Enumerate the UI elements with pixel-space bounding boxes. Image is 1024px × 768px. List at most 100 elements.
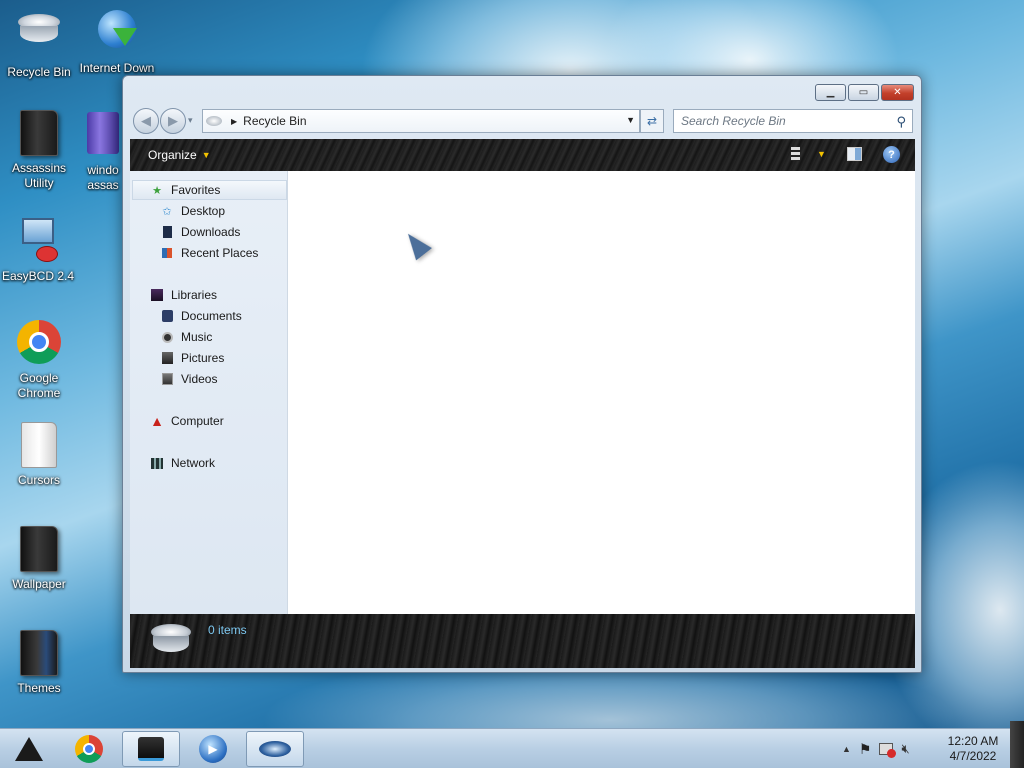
- nav-downloads[interactable]: Downloads: [160, 222, 240, 242]
- nav-libraries[interactable]: Libraries: [150, 285, 217, 305]
- taskbar-chrome[interactable]: [60, 731, 118, 767]
- maximize-button[interactable]: ▭: [848, 84, 879, 101]
- maximize-icon: ▭: [858, 87, 869, 98]
- chevron-down-icon: ▼: [201, 150, 211, 160]
- forward-button[interactable]: ▶: [160, 108, 186, 134]
- chrome-icon: [15, 320, 63, 368]
- explorer-icon: [138, 737, 164, 761]
- command-toolbar: Organize ▼ ▼ ?: [130, 139, 915, 171]
- show-desktop-button[interactable]: [1010, 721, 1024, 768]
- nav-computer[interactable]: ▲ Computer: [150, 411, 224, 431]
- nav-downloads-label: Downloads: [181, 225, 241, 239]
- view-options-button[interactable]: ▼: [791, 147, 826, 161]
- desktop-icon-themes[interactable]: Themes: [1, 630, 77, 696]
- desktop-icon-google-chrome[interactable]: Google Chrome: [1, 318, 77, 401]
- close-icon: ✕: [893, 87, 902, 98]
- recent-pages-dropdown[interactable]: ▾: [188, 115, 193, 126]
- nav-videos-label: Videos: [181, 372, 218, 386]
- clock[interactable]: 12:20 AM 4/7/2022: [940, 734, 1006, 764]
- search-input[interactable]: Search Recycle Bin: [681, 114, 786, 128]
- nav-music[interactable]: Music: [160, 327, 212, 347]
- close-button[interactable]: ✕: [881, 84, 914, 101]
- documents-icon: [160, 309, 174, 323]
- search-box[interactable]: Search Recycle Bin ⚲: [673, 109, 913, 133]
- nav-favorites-label: Favorites: [171, 183, 221, 197]
- recent-places-icon: [160, 246, 174, 260]
- navigation-pane: ★ Favorites ✩ Desktop Downloads Recent P…: [130, 171, 288, 614]
- music-icon: [160, 330, 174, 344]
- folder-icon: [15, 110, 63, 158]
- system-tray: ▲ ⚑ 🔇︎: [842, 729, 910, 768]
- desktop-icon-cursors[interactable]: Cursors: [1, 422, 77, 488]
- nav-documents[interactable]: Documents: [160, 306, 242, 326]
- refresh-button[interactable]: ⇄: [640, 109, 664, 133]
- pictures-icon: [160, 351, 174, 365]
- desktop-icon-easybcd[interactable]: EasyBCD 2.4: [0, 214, 76, 284]
- explorer-body: ★ Favorites ✩ Desktop Downloads Recent P…: [130, 171, 915, 614]
- address-bar[interactable]: ▶ Recycle Bin ▼: [202, 109, 640, 133]
- chevron-down-icon: ▼: [626, 115, 635, 125]
- navigation-bar: ◀ ▶ ▾ ▶ Recycle Bin ▼ ⇄ Search Recycle B…: [131, 107, 913, 135]
- recycle-bin-icon: [259, 741, 291, 757]
- desktop-icon-recycle-bin[interactable]: Recycle Bin: [1, 6, 77, 80]
- taskbar-explorer[interactable]: [122, 731, 180, 767]
- nav-recent-places[interactable]: Recent Places: [160, 243, 258, 263]
- recycle-bin-window: ▁ ▭ ✕ ◀ ▶ ▾ ▶ Recycle Bin ▼ ⇄ Search Rec…: [122, 75, 922, 673]
- star-icon: ★: [152, 184, 162, 197]
- nav-network[interactable]: Network: [150, 453, 215, 473]
- refresh-icon: ⇄: [646, 114, 658, 128]
- item-count: 0 items: [208, 623, 247, 637]
- search-icon[interactable]: ⚲: [896, 114, 906, 130]
- clock-time: 12:20 AM: [947, 734, 999, 748]
- recycle-bin-icon: [15, 14, 63, 62]
- back-button[interactable]: ◀: [133, 108, 159, 134]
- address-dropdown-button[interactable]: ▼: [626, 115, 635, 125]
- nav-recent-places-label: Recent Places: [181, 246, 259, 260]
- libraries-icon: [150, 288, 164, 302]
- minimize-icon: ▁: [826, 87, 835, 98]
- downloads-icon: [160, 225, 174, 239]
- nav-favorites[interactable]: ★ Favorites: [150, 180, 220, 200]
- breadcrumb-location[interactable]: Recycle Bin: [243, 114, 306, 128]
- internet-download-manager-icon: [93, 10, 141, 58]
- start-button[interactable]: [0, 731, 58, 767]
- breadcrumb-separator-icon[interactable]: ▶: [231, 117, 237, 126]
- forward-arrow-icon: ▶: [168, 113, 178, 128]
- nav-videos[interactable]: Videos: [160, 369, 217, 389]
- preview-pane-button[interactable]: [847, 147, 862, 164]
- show-hidden-icons-button[interactable]: ▲: [842, 744, 851, 754]
- desktop-icon-windows-assassins[interactable]: windo assas: [78, 110, 128, 193]
- nav-pictures-label: Pictures: [181, 351, 225, 365]
- organize-button[interactable]: Organize ▼: [148, 148, 211, 162]
- nav-documents-label: Documents: [181, 309, 242, 323]
- action-center-flag-icon[interactable]: ⚑: [859, 741, 872, 758]
- folder-icon: [15, 526, 63, 574]
- videos-icon: [160, 372, 174, 386]
- help-button[interactable]: ?: [883, 146, 900, 163]
- recycle-bin-large-icon: [148, 622, 194, 660]
- taskbar-recycle-bin[interactable]: [246, 731, 304, 767]
- details-pane: 0 items: [130, 614, 915, 668]
- taskbar-media-player[interactable]: ▶: [184, 731, 242, 767]
- help-icon: ?: [883, 146, 900, 163]
- volume-muted-icon[interactable]: 🔇︎: [901, 741, 909, 757]
- nav-music-label: Music: [181, 330, 213, 344]
- minimize-button[interactable]: ▁: [815, 84, 846, 101]
- file-list-pane[interactable]: [289, 171, 915, 614]
- nav-pictures[interactable]: Pictures: [160, 348, 224, 368]
- nav-desktop[interactable]: ✩ Desktop: [160, 201, 225, 221]
- desktop-icon-wallpaper[interactable]: Wallpaper: [1, 526, 77, 592]
- nav-computer-label: Computer: [171, 414, 224, 428]
- network-icon: [150, 456, 164, 470]
- winrar-archive-icon: [79, 112, 127, 160]
- desktop-icon-assassins-utility[interactable]: Assassins Utility: [1, 110, 77, 191]
- chevron-down-icon: ▾: [188, 115, 193, 125]
- nav-libraries-label: Libraries: [171, 288, 218, 302]
- preview-pane-icon: [847, 147, 862, 161]
- folder-icon: [15, 422, 63, 470]
- chrome-icon: [75, 735, 103, 763]
- network-status-icon[interactable]: [879, 743, 897, 758]
- desktop-icon-internet-download-manager[interactable]: Internet Down: [78, 6, 156, 76]
- computer-icon: ▲: [150, 413, 164, 429]
- start-icon: [15, 737, 43, 761]
